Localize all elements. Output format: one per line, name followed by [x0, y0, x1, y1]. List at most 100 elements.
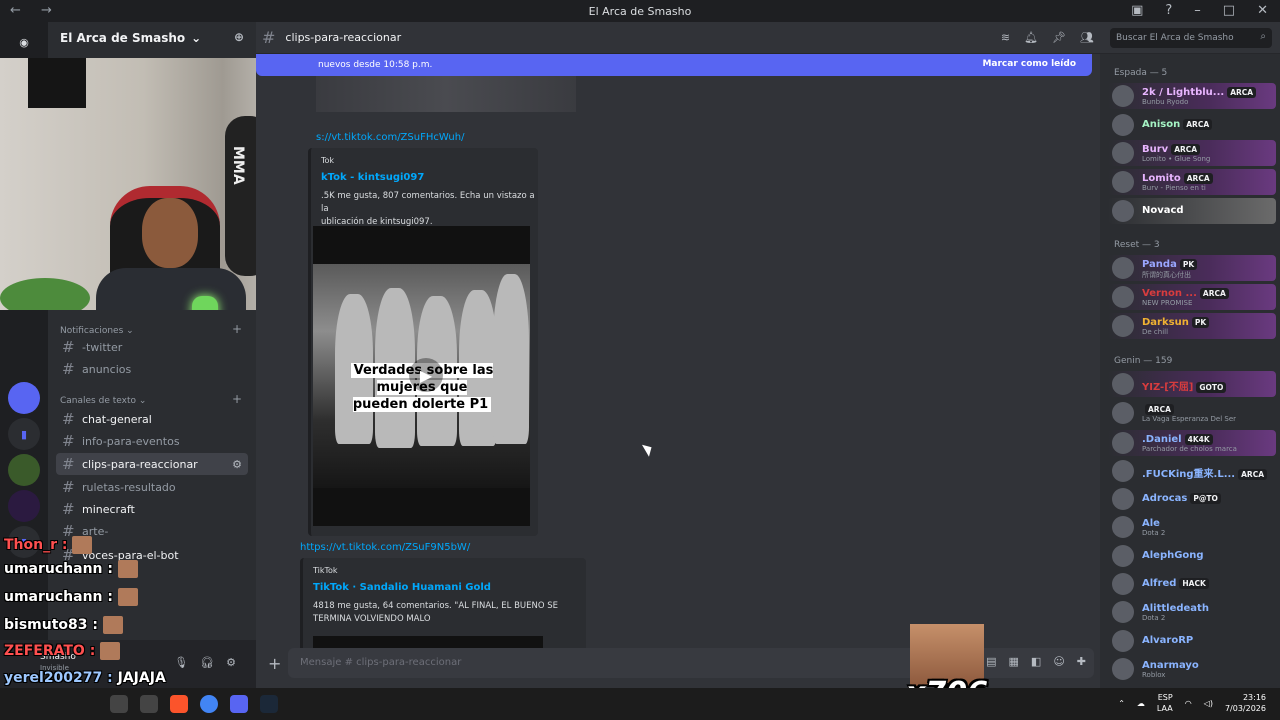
member-item[interactable]: .FUCKing重来.L... ARCA [1108, 458, 1276, 484]
mark-read-button[interactable]: Marcar como leído [982, 59, 1076, 69]
member-item[interactable]: Anarmayo Roblox [1108, 656, 1276, 682]
gif-icon[interactable]: ▦ [1009, 655, 1019, 668]
embed-description: 4818 me gusta, 64 comentarios. "AL FINAL… [313, 601, 559, 624]
app-icon[interactable] [140, 695, 158, 713]
member-name: Darksun [1142, 317, 1189, 328]
chrome-icon[interactable] [200, 695, 218, 713]
server-icon[interactable] [8, 490, 40, 522]
member-item[interactable]: Ale Dota 2 [1108, 514, 1276, 540]
channel-twitter[interactable]: # -twitter [56, 336, 248, 358]
embed-video-thumbnail[interactable]: Verdades sobre las mujeres que pueden do… [313, 226, 530, 526]
bell-icon[interactable]: 🔔︎ [1024, 31, 1038, 44]
member-item[interactable]: Alittledeath Dota 2 [1108, 599, 1276, 625]
tiktok-link[interactable]: s://vt.tiktok.com/ZSuFHcWuh/ [316, 132, 464, 143]
pin-icon[interactable]: 📌︎ [1052, 31, 1066, 44]
app-icon[interactable] [110, 695, 128, 713]
member-name: .FUCKing重来.L... [1142, 469, 1236, 480]
chat-line: umaruchann : [4, 588, 138, 606]
maximize-icon[interactable]: □ [1223, 3, 1235, 18]
add-user-icon[interactable]: ⊕ [234, 30, 244, 44]
brave-icon[interactable] [170, 695, 188, 713]
folder-icon[interactable]: ▮ [8, 418, 40, 450]
member-item[interactable]: AlephGong [1108, 543, 1276, 569]
window-title: El Arca de Smasho [588, 5, 692, 18]
avatar [1112, 601, 1134, 623]
member-item[interactable]: Lomito ARCA Burv - Pienso en ti [1108, 169, 1276, 195]
channel-clips-para-reaccionar[interactable]: # clips-para-reaccionar ⚙ [56, 453, 248, 475]
sticker-icon[interactable]: ◧ [1031, 655, 1041, 668]
embed-provider: Tok [321, 156, 335, 165]
member-item[interactable]: Darksun PK De chill [1108, 313, 1276, 339]
emote-icon [102, 616, 123, 634]
clock[interactable]: 23:16 7/03/2026 [1225, 692, 1266, 714]
member-name: Novacd [1142, 205, 1184, 216]
server-icon[interactable] [8, 454, 40, 486]
member-item[interactable]: Adrocas P@TO [1108, 486, 1276, 512]
inbox-icon[interactable]: ▣ [1131, 3, 1143, 18]
discord-icon[interactable] [230, 695, 248, 713]
gift-icon[interactable]: ▤ [986, 655, 996, 668]
settings-icon[interactable]: ⚙ [232, 458, 242, 471]
member-name: Ale [1142, 518, 1160, 529]
embed-title[interactable]: kTok - kintsugi097 [321, 172, 424, 183]
server-header[interactable]: El Arca de Smasho ⌄ ⊕ [48, 22, 256, 54]
channel-ruletas-resultado[interactable]: # ruletas-resultado [56, 476, 248, 498]
add-channel-icon[interactable]: + [232, 322, 242, 336]
member-tag: ARCA [1183, 173, 1213, 184]
wifi-icon[interactable]: ◠ [1185, 699, 1192, 708]
play-icon[interactable]: ▶ [409, 358, 443, 392]
apps-icon[interactable]: ✚ [1077, 655, 1086, 668]
threads-icon[interactable]: ≋ [1001, 31, 1010, 44]
member-item[interactable]: Burv ARCA Lomito • Glue Song [1108, 140, 1276, 166]
members-icon[interactable]: 👥︎ [1080, 31, 1094, 44]
member-item[interactable]: Novacd [1108, 198, 1276, 224]
embed-title[interactable]: TikTok · Sandalio Huamani Gold [313, 582, 491, 593]
close-icon[interactable]: ✕ [1257, 3, 1268, 18]
discord-home-icon[interactable]: ◉ [8, 26, 40, 58]
member-item[interactable]: YIZ-[不屈] GOTO [1108, 371, 1276, 397]
webcam-tv [28, 58, 86, 108]
member-tag: PK [1191, 317, 1210, 328]
hash-icon: # [62, 410, 75, 428]
chevron-up-icon[interactable]: ⌃ [1118, 699, 1125, 708]
server-icon[interactable] [8, 382, 40, 414]
channel-info-para-eventos[interactable]: # info-para-eventos [56, 430, 248, 452]
emoji-icon[interactable]: ☺ [1053, 655, 1064, 668]
tiktok-link[interactable]: https://vt.tiktok.com/ZSuF9N5bW/ [300, 542, 470, 553]
member-item[interactable]: 2k / Lightblu... ARCA Bunbu Ryodo [1108, 83, 1276, 109]
emote-icon [72, 536, 93, 554]
title-bar: ← → El Arca de Smasho ▣ ? – □ ✕ [0, 0, 1280, 22]
member-item[interactable]: Alfred HACK [1108, 571, 1276, 597]
new-messages-bar[interactable]: nuevos desde 10:58 p.m. Marcar como leíd… [256, 54, 1092, 76]
language-indicator[interactable]: ESP LAA [1157, 692, 1173, 714]
network-icon[interactable]: ☁ [1137, 699, 1145, 708]
channel-chat-general[interactable]: # chat-general [56, 408, 248, 430]
avatar [1112, 573, 1134, 595]
member-item[interactable]: Vernon ... ARCA NEW PROMISE [1108, 284, 1276, 310]
channel-minecraft[interactable]: # minecraft [56, 498, 248, 520]
member-item[interactable]: Anison ARCA [1108, 112, 1276, 138]
emote-icon [100, 642, 121, 660]
window-controls[interactable]: ▣ ? – □ ✕ [1131, 3, 1268, 18]
embed-description: .5K me gusta, 807 comentarios. Echa un v… [321, 191, 535, 227]
member-item[interactable]: Panda PK 所谓的真心付出 [1108, 255, 1276, 281]
category-notificaciones[interactable]: Notificaciones ⌄ [60, 326, 134, 336]
add-channel-icon[interactable]: + [232, 392, 242, 406]
member-status: Lomito • Glue Song [1142, 155, 1211, 163]
steam-icon[interactable] [260, 695, 278, 713]
help-icon[interactable]: ? [1165, 3, 1172, 18]
minimize-icon[interactable]: – [1194, 3, 1201, 18]
member-item[interactable]: .Daniel 4K4K Parchador de cholos marca [1108, 430, 1276, 456]
channel-anuncios[interactable]: # anuncios [56, 358, 248, 380]
search-input[interactable]: Buscar El Arca de Smasho ⌕ [1110, 28, 1272, 48]
avatar [1112, 630, 1134, 652]
member-item[interactable]: ARCA La Vaga Esperanza Del Ser [1108, 400, 1276, 426]
member-group-header: Reset — 3 [1114, 240, 1160, 250]
avatar [1112, 460, 1134, 482]
category-canales-de-texto[interactable]: Canales de texto ⌄ [60, 396, 146, 406]
member-status: Burv - Pienso en ti [1142, 184, 1206, 192]
member-item[interactable]: AlvaroRP [1108, 628, 1276, 654]
hash-icon: # [62, 338, 75, 356]
member-name: Anarmayo [1142, 660, 1199, 671]
volume-icon[interactable]: ◁) [1204, 699, 1213, 708]
